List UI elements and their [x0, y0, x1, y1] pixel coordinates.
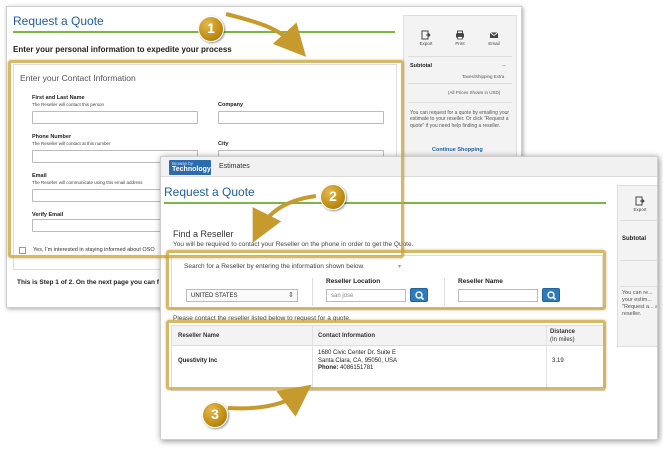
arrow-3	[227, 384, 312, 417]
arrow-1	[225, 12, 307, 57]
annotation-arrows	[225, 12, 317, 417]
step-badge-3: 3	[202, 402, 228, 428]
step-badge-2: 2	[320, 184, 346, 210]
arrow-2	[252, 194, 317, 243]
step-badge-1: 1	[198, 16, 224, 42]
